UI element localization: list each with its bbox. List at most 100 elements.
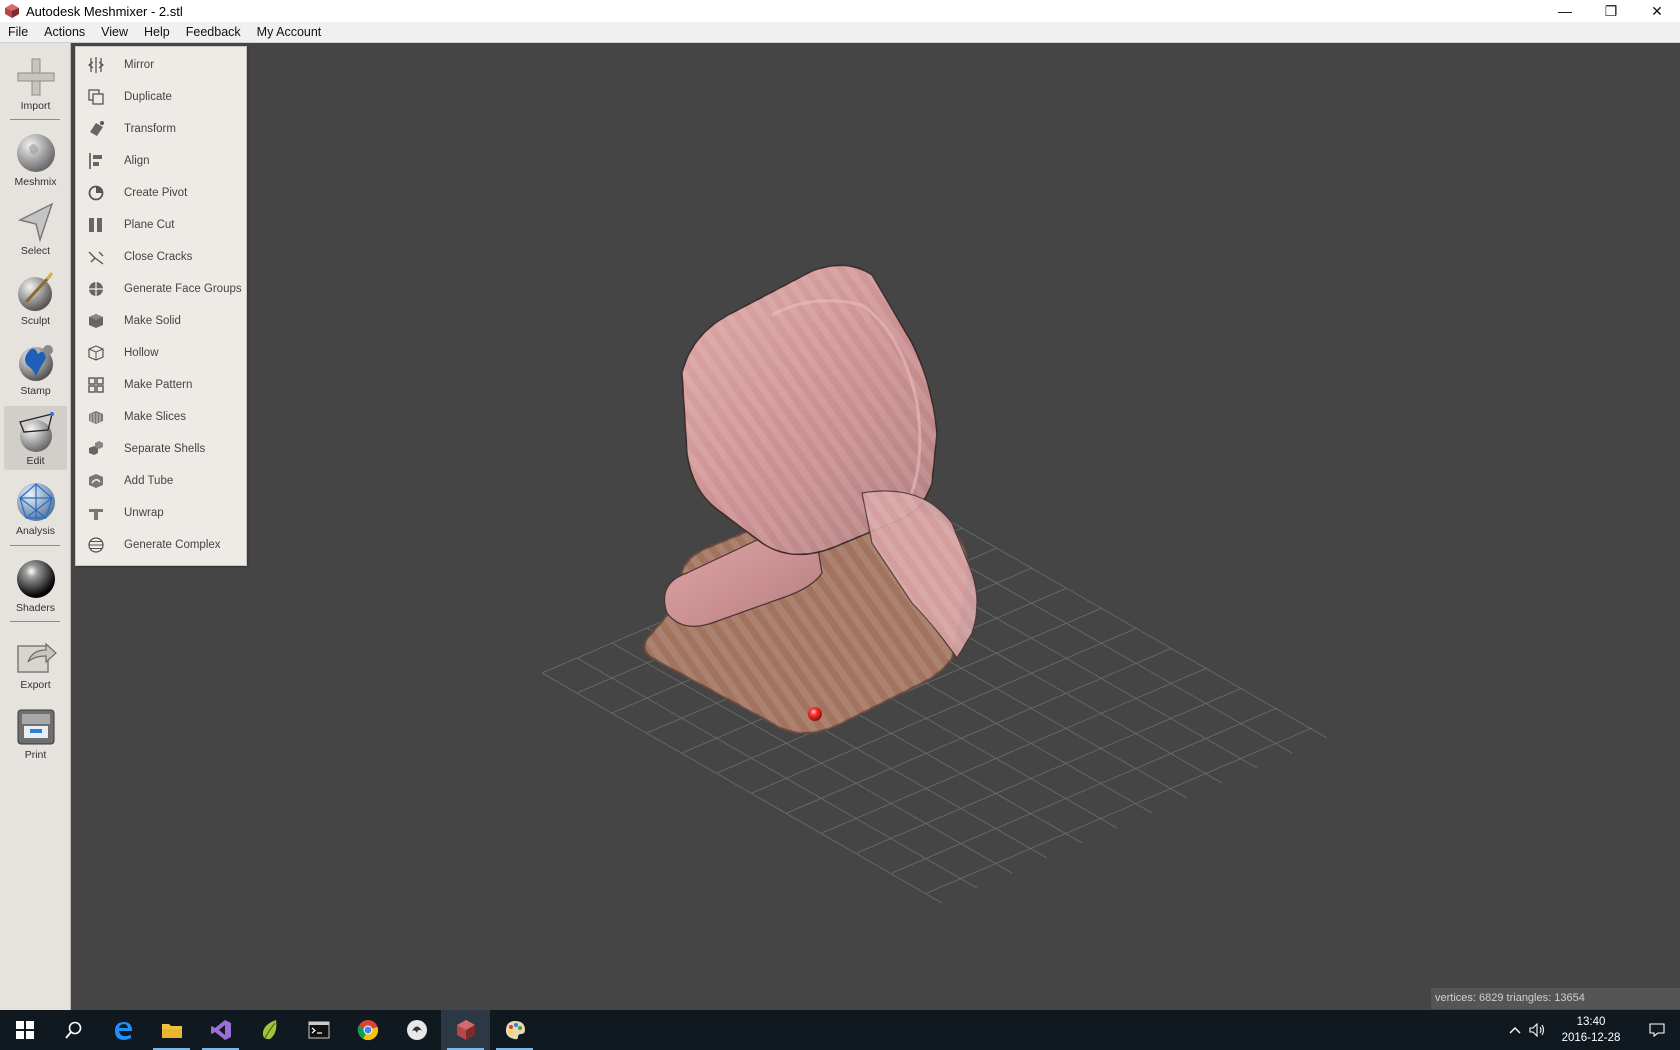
bunny-sphere-icon (16, 134, 55, 172)
make-pattern-icon (87, 376, 105, 394)
edit-menu-item-label: Close Cracks (124, 251, 193, 263)
taskbar-chrome[interactable] (343, 1010, 392, 1050)
pivot-icon (87, 184, 105, 202)
taskbar-inkscape[interactable] (392, 1010, 441, 1050)
separate-shells-icon (87, 440, 105, 458)
visual-studio-icon (210, 1020, 231, 1040)
3d-viewport[interactable] (72, 43, 1680, 1010)
arrow-cursor-icon (17, 202, 53, 243)
edit-menu-item-hollow[interactable]: Hollow (76, 337, 248, 369)
brush-sphere-icon (17, 272, 53, 311)
paint-palette-icon (505, 1021, 525, 1040)
printer-icon (17, 709, 54, 745)
edit-menu-item-make-pattern[interactable]: Make Pattern (76, 369, 248, 401)
edit-tool[interactable]: Edit (4, 406, 67, 470)
edit-menu-item-mirror[interactable]: Mirror (76, 49, 248, 81)
taskbar-paint[interactable] (490, 1010, 539, 1050)
sculpt-tool[interactable]: Sculpt (4, 266, 67, 330)
edit-menu-item-label: Create Pivot (124, 187, 188, 199)
menu-actions[interactable]: Actions (36, 22, 93, 43)
taskbar-search[interactable] (49, 1010, 98, 1050)
clock-time: 13:40 (1576, 1016, 1606, 1028)
chrome-icon (357, 1020, 378, 1041)
edit-menu-item-make-slices[interactable]: Make Slices (76, 401, 248, 433)
taskbar-file-explorer[interactable] (147, 1010, 196, 1050)
import-label: Import (20, 100, 51, 112)
start-button[interactable] (0, 1010, 49, 1050)
edit-menu-item-align[interactable]: Align (76, 145, 248, 177)
mesh-stats: vertices: 6829 triangles: 13654 (1431, 988, 1680, 1009)
menu-feedback[interactable]: Feedback (178, 22, 249, 43)
menu-bar: File Actions View Help Feedback My Accou… (0, 22, 1680, 43)
generate-complex-icon (87, 536, 105, 554)
taskbar-sublime[interactable] (245, 1010, 294, 1050)
edit-menu-item-label: Make Slices (124, 411, 186, 423)
plane-cut-icon (87, 216, 105, 234)
analysis-sphere-icon (16, 483, 55, 521)
volume-icon[interactable] (1526, 1010, 1548, 1050)
restore-button[interactable]: ❐ (1588, 0, 1634, 22)
meshmixer-icon (456, 1020, 475, 1040)
analysis-tool[interactable]: Analysis (4, 476, 67, 540)
toolbar-divider (10, 621, 60, 622)
main-toolbar: Import Meshmix Select Sculpt Stamp Edit … (0, 43, 71, 1010)
shaders-tool[interactable]: Shaders (4, 553, 67, 617)
toolbar-divider (10, 545, 60, 546)
meshmix-tool[interactable]: Meshmix (4, 127, 67, 191)
make-solid-icon (87, 312, 105, 330)
select-tool[interactable]: Select (4, 196, 67, 260)
menu-my-account[interactable]: My Account (249, 22, 330, 43)
taskbar-clock[interactable]: 13:40 2016-12-28 (1548, 1014, 1634, 1046)
edit-menu-item-label: Generate Complex (124, 539, 221, 551)
pivot-point[interactable] (808, 707, 822, 721)
windows-logo-icon (15, 1021, 34, 1039)
minimize-button[interactable]: — (1542, 0, 1588, 22)
taskbar-meshmixer[interactable] (441, 1010, 490, 1050)
edit-menu-item-generate-complex[interactable]: Generate Complex (76, 529, 248, 561)
edit-menu-item-duplicate[interactable]: Duplicate (76, 81, 248, 113)
export-tool[interactable]: Export (4, 630, 67, 694)
stamp-sphere-icon (18, 345, 53, 381)
edit-menu-item-label: Align (124, 155, 150, 167)
edit-menu-item-make-solid[interactable]: Make Solid (76, 305, 248, 337)
terminal-icon (308, 1021, 329, 1039)
export-icon (16, 642, 57, 673)
edit-menu-item-label: Duplicate (124, 91, 172, 103)
edit-menu-item-unwrap[interactable]: Unwrap (76, 497, 248, 529)
sculpt-label: Sculpt (20, 315, 51, 327)
edit-menu-item-close-cracks[interactable]: Close Cracks (76, 241, 248, 273)
print-tool[interactable]: Print (4, 700, 67, 764)
menu-view[interactable]: View (93, 22, 136, 43)
analysis-label: Analysis (15, 525, 56, 537)
import-tool[interactable]: Import (4, 51, 67, 115)
stamp-tool[interactable]: Stamp (4, 336, 67, 400)
edit-menu-item-label: Mirror (124, 59, 155, 71)
edit-menu-item-separate-shells[interactable]: Separate Shells (76, 433, 248, 465)
edit-menu-item-label: Separate Shells (124, 443, 206, 455)
system-tray: 13:40 2016-12-28 (1504, 1010, 1680, 1050)
edit-label: Edit (26, 455, 45, 467)
folder-icon (161, 1024, 182, 1038)
chevron-up-icon[interactable] (1504, 1010, 1526, 1050)
meshmixer-app-icon (5, 4, 19, 18)
close-button[interactable]: ✕ (1634, 0, 1680, 22)
leaf-icon (262, 1020, 276, 1040)
taskbar-terminal[interactable] (294, 1010, 343, 1050)
menu-help[interactable]: Help (136, 22, 178, 43)
unwrap-icon (87, 504, 105, 522)
edit-menu-item-create-pivot[interactable]: Create Pivot (76, 177, 248, 209)
taskbar-edge[interactable] (98, 1010, 147, 1050)
export-label: Export (20, 679, 51, 691)
select-label: Select (20, 245, 51, 257)
edit-menu-item-label: Generate Face Groups (124, 283, 242, 295)
stamp-label: Stamp (20, 385, 51, 397)
mesh-model[interactable] (643, 264, 978, 734)
edit-menu-item-add-tube[interactable]: Add Tube (76, 465, 248, 497)
windows-taskbar: 13:40 2016-12-28 (0, 1010, 1680, 1050)
edit-menu-item-plane-cut[interactable]: Plane Cut (76, 209, 248, 241)
action-center-icon[interactable] (1634, 1010, 1680, 1050)
edit-menu-item-transform[interactable]: Transform (76, 113, 248, 145)
taskbar-visual-studio[interactable] (196, 1010, 245, 1050)
edit-menu-item-generate-face-groups[interactable]: Generate Face Groups (76, 273, 248, 305)
menu-file[interactable]: File (0, 22, 36, 43)
